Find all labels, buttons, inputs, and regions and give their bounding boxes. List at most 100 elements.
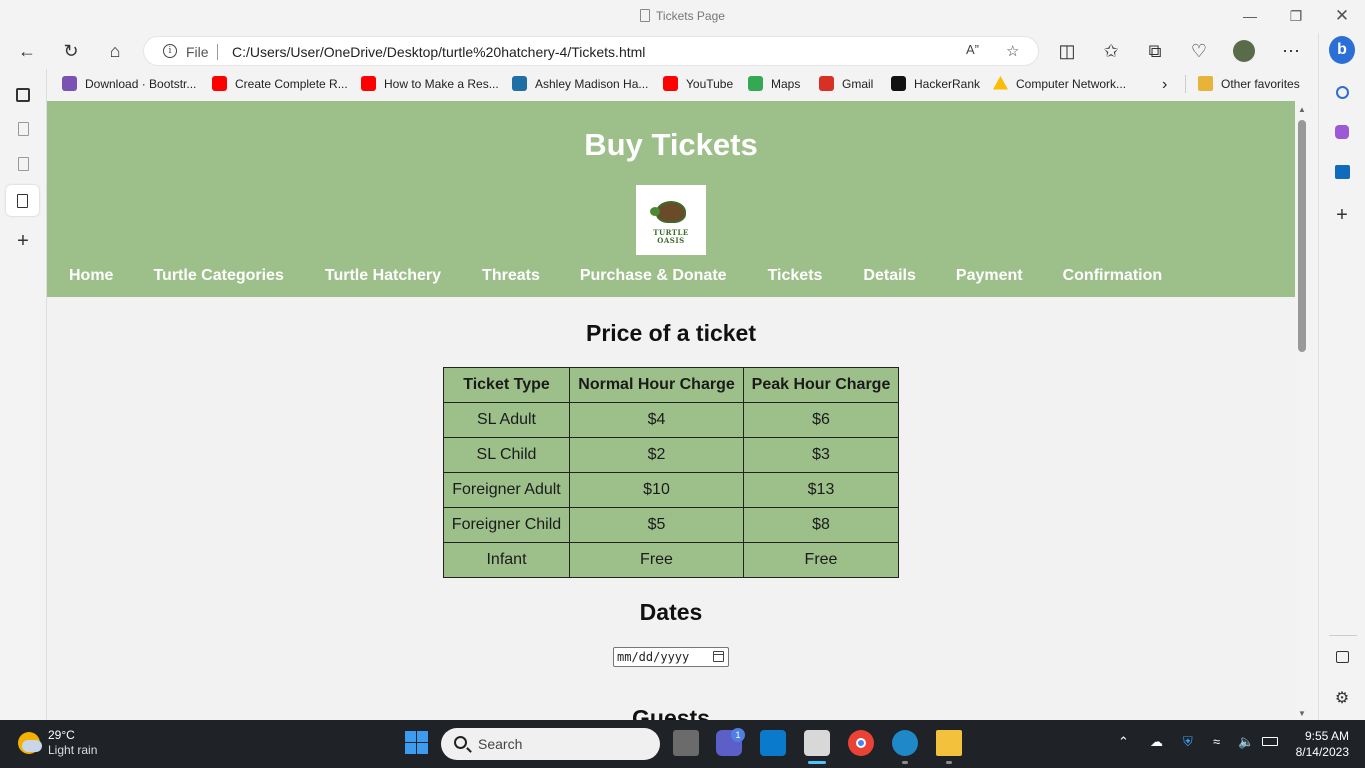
youtube-icon xyxy=(663,76,678,91)
scroll-down-icon[interactable]: ▼ xyxy=(1298,709,1306,718)
nav-payment[interactable]: Payment xyxy=(956,267,1023,285)
info-icon[interactable]: i xyxy=(163,44,177,58)
table-cell: Free xyxy=(569,542,744,578)
hackerrank-icon xyxy=(891,76,906,91)
minimize-button[interactable]: — xyxy=(1235,6,1265,26)
split-screen-icon[interactable]: ◫ xyxy=(1054,39,1080,63)
battery-icon[interactable] xyxy=(1262,734,1278,746)
new-tab-icon[interactable]: + xyxy=(11,229,35,253)
snipping-tool-icon[interactable] xyxy=(804,730,830,756)
hide-sidebar-icon[interactable] xyxy=(1329,644,1355,670)
vscode-icon[interactable] xyxy=(760,730,786,756)
clock[interactable]: 9:55 AM 8/14/2023 xyxy=(1289,728,1349,760)
favorites-overflow-icon[interactable]: › xyxy=(1162,76,1167,94)
site-icon xyxy=(512,76,527,91)
outlook-icon[interactable] xyxy=(1329,159,1355,185)
settings-icon[interactable]: ⚙ xyxy=(1329,685,1355,711)
guests-heading: Guests xyxy=(632,705,710,720)
favorite-item[interactable]: Computer Network... xyxy=(993,76,1126,91)
favorites-icon[interactable]: ✩ xyxy=(1098,39,1124,63)
office-icon[interactable] xyxy=(1329,119,1355,145)
tab-actions-icon[interactable] xyxy=(11,83,35,107)
nav-turtle-hatchery[interactable]: Turtle Hatchery xyxy=(325,267,441,285)
restore-button[interactable]: ❐ xyxy=(1281,6,1311,26)
favorite-star-icon[interactable]: ☆ xyxy=(1006,42,1019,60)
tab-page-icon[interactable] xyxy=(11,117,35,141)
show-hidden-icons[interactable]: ⌃ xyxy=(1118,734,1129,750)
url-text[interactable]: C:/Users/User/OneDrive/Desktop/turtle%20… xyxy=(232,44,645,60)
page-header: Buy Tickets TURTLE OASIS Home Turtle Cate… xyxy=(47,101,1295,297)
weather-widget[interactable]: 29°C Light rain xyxy=(18,728,97,758)
turtle-oasis-logo: TURTLE OASIS xyxy=(636,185,706,255)
favorite-item[interactable]: Ashley Madison Ha... xyxy=(512,76,648,91)
table-row: SL Child $2 $3 xyxy=(443,437,899,473)
address-bar[interactable]: i File C:/Users/User/OneDrive/Desktop/tu… xyxy=(143,36,1039,66)
back-icon[interactable]: ← xyxy=(14,39,40,63)
nav-confirmation[interactable]: Confirmation xyxy=(1063,267,1163,285)
taskbar-search[interactable]: Search xyxy=(441,728,660,760)
other-favorites[interactable]: Other favorites xyxy=(1198,76,1300,91)
favorite-item[interactable]: Maps xyxy=(748,76,800,91)
read-aloud-icon[interactable]: A” xyxy=(966,42,979,57)
onedrive-icon[interactable]: ☁ xyxy=(1150,734,1163,750)
task-view-icon[interactable] xyxy=(673,730,699,756)
home-icon[interactable]: ⌂ xyxy=(102,39,128,63)
bing-chat-icon[interactable]: b xyxy=(1329,36,1355,64)
close-button[interactable]: ✕ xyxy=(1327,6,1357,26)
refresh-icon[interactable]: ↻ xyxy=(58,39,84,63)
favorite-item[interactable]: Create Complete R... xyxy=(212,76,348,91)
youtube-icon xyxy=(212,76,227,91)
table-cell: SL Adult xyxy=(443,402,570,438)
file-explorer-icon[interactable] xyxy=(936,730,962,756)
nav-home[interactable]: Home xyxy=(69,267,113,285)
performance-icon[interactable]: ♡ xyxy=(1186,39,1212,63)
nav-threats[interactable]: Threats xyxy=(482,267,540,285)
nav-tickets[interactable]: Tickets xyxy=(768,267,823,285)
app-indicator xyxy=(902,761,908,764)
browser-toolbar: ← ↻ ⌂ i File C:/Users/User/OneDrive/Desk… xyxy=(0,33,1318,69)
window-title: Tickets Page xyxy=(0,9,1365,23)
table-cell: $13 xyxy=(743,472,899,508)
windows-start-icon[interactable] xyxy=(404,730,430,756)
date-input[interactable]: mm/dd/yyyy xyxy=(613,647,729,667)
turtle-head-icon xyxy=(650,207,660,216)
sidebar-divider xyxy=(1329,635,1357,636)
nav-purchase-donate[interactable]: Purchase & Donate xyxy=(580,267,727,285)
more-menu-icon[interactable]: ⋯ xyxy=(1278,39,1304,63)
page-scrollbar[interactable]: ▲ ▼ xyxy=(1295,101,1310,720)
wifi-icon[interactable]: ≈ xyxy=(1213,734,1220,749)
price-heading: Price of a ticket xyxy=(585,320,757,346)
calendar-icon[interactable] xyxy=(713,651,724,662)
edge-icon[interactable] xyxy=(892,730,918,756)
address-separator xyxy=(217,44,218,60)
security-icon[interactable]: ⛨ xyxy=(1183,734,1193,750)
nav-turtle-categories[interactable]: Turtle Categories xyxy=(153,267,283,285)
favorite-item[interactable]: Gmail xyxy=(819,76,873,91)
favorite-item[interactable]: HackerRank xyxy=(891,76,980,91)
favorite-item[interactable]: How to Make a Res... xyxy=(361,76,499,91)
add-sidebar-icon[interactable]: + xyxy=(1329,202,1355,228)
tab-page-icon[interactable] xyxy=(11,152,35,176)
favorites-bar: Download · Bootstr... Create Complete R.… xyxy=(48,69,1310,100)
table-cell: $3 xyxy=(743,437,899,473)
scrollbar-thumb[interactable] xyxy=(1298,120,1306,352)
volume-icon[interactable]: 🔈 xyxy=(1238,734,1254,750)
table-cell: $6 xyxy=(743,402,899,438)
active-tab-icon[interactable] xyxy=(6,185,39,216)
favorites-divider xyxy=(1185,75,1186,93)
search-icon[interactable] xyxy=(1329,79,1355,105)
file-label: File xyxy=(186,44,209,60)
favorite-item[interactable]: Download · Bootstr... xyxy=(62,76,196,91)
chrome-icon[interactable] xyxy=(848,730,874,756)
page-title: Buy Tickets xyxy=(584,127,758,162)
scroll-up-icon[interactable]: ▲ xyxy=(1298,105,1306,114)
profile-avatar[interactable] xyxy=(1231,39,1257,63)
nav-details[interactable]: Details xyxy=(863,267,915,285)
gmail-icon xyxy=(819,76,834,91)
favorite-item[interactable]: YouTube xyxy=(663,76,733,91)
collections-icon[interactable]: ⧉ xyxy=(1142,39,1168,63)
maps-icon xyxy=(748,76,763,91)
edge-sidebar: b + ⚙ xyxy=(1318,33,1365,720)
table-cell: $4 xyxy=(569,402,744,438)
table-cell: $10 xyxy=(569,472,744,508)
